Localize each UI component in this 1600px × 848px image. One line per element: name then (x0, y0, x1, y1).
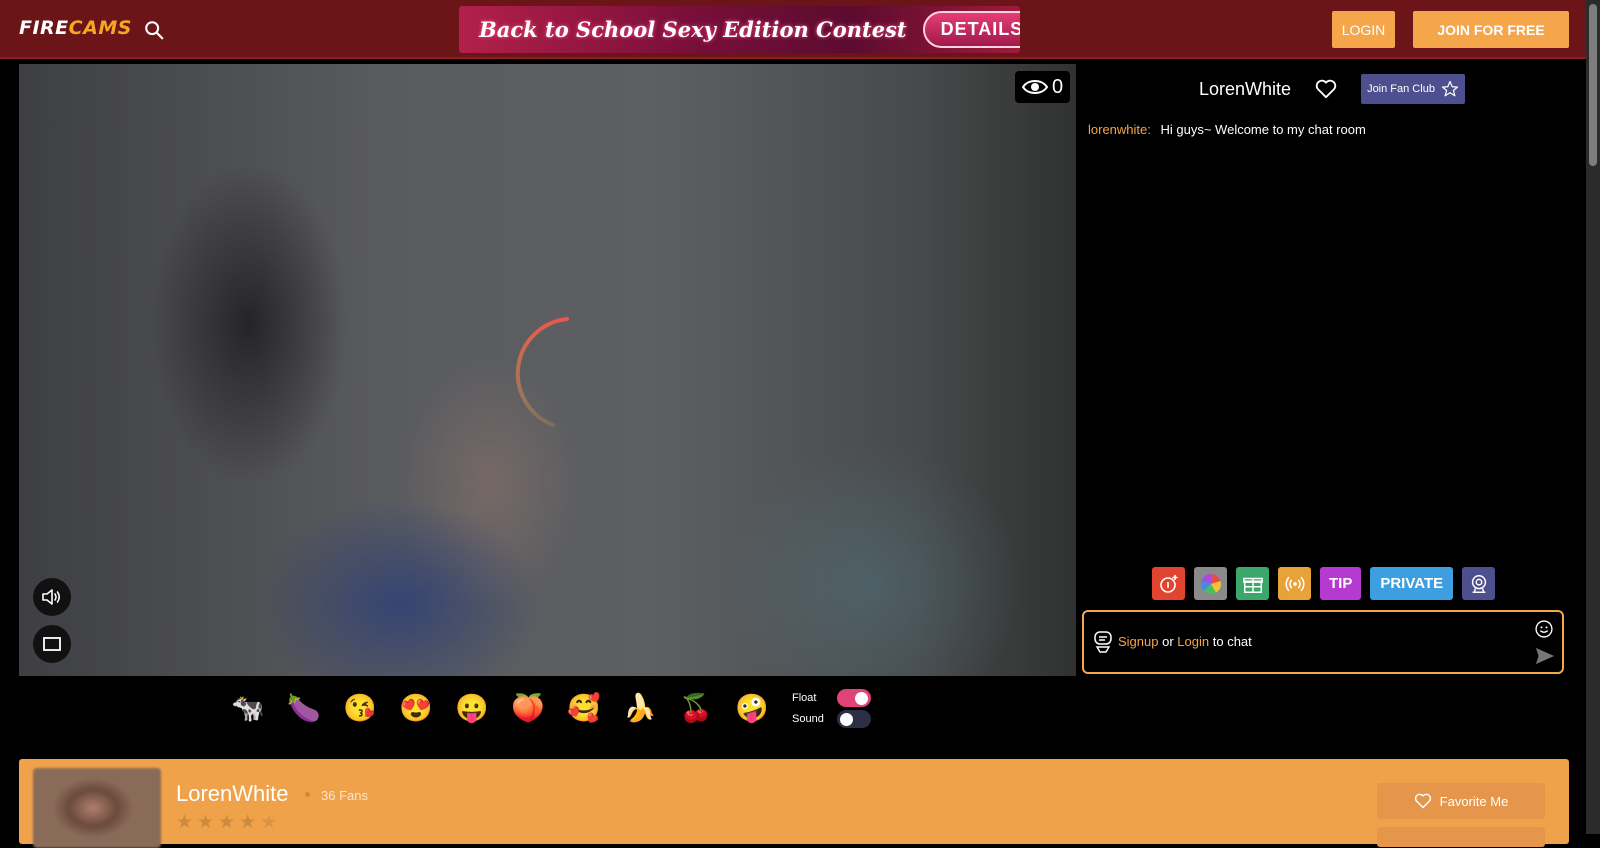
banner-title: Back to School Sexy Edition Contest (479, 17, 907, 42)
emoji-picker-icon[interactable] (1534, 619, 1554, 639)
rating-star[interactable]: ★ (239, 811, 256, 834)
emoji-bar: 🐄 🍆 😘 😍 😛 🍑 🥰 🍌 🍒 🤪 (230, 690, 770, 726)
firecams-logo[interactable]: FIRECAMS (19, 17, 132, 39)
chat-tools: TIP PRIVATE (1152, 567, 1496, 600)
favorite-me-button[interactable]: Favorite Me (1377, 783, 1545, 819)
emoji-kiss[interactable]: 😘 (342, 690, 378, 726)
fan-count: 36 Fans (321, 788, 368, 803)
fan-club-label: Join Fan Club (1367, 83, 1435, 95)
chat-header: LorenWhite Join Fan Club (1199, 74, 1465, 104)
logo-text-cams: CAMS (68, 17, 132, 39)
profile-name: LorenWhite (176, 781, 289, 806)
volume-button[interactable] (33, 578, 71, 616)
video-player[interactable]: 0 (19, 64, 1076, 676)
emoji-tongue[interactable]: 😛 (454, 690, 490, 726)
login-button[interactable]: LOGIN (1332, 11, 1395, 48)
heart-icon[interactable] (1315, 79, 1337, 99)
chat-message-user[interactable]: lorenwhite: (1088, 122, 1151, 137)
sound-label: Sound (792, 712, 824, 725)
sound-toggle[interactable] (837, 709, 871, 728)
emoji-banana[interactable]: 🍌 (622, 690, 658, 726)
login-link[interactable]: Login (1177, 634, 1209, 649)
emoji-hearts[interactable]: 🥰 (566, 690, 602, 726)
top-bar: FIRECAMS Back to School Sexy Edition Con… (0, 0, 1586, 59)
rating-star[interactable]: ★ (197, 811, 214, 834)
search-icon[interactable] (143, 19, 165, 41)
broadcast-button[interactable] (1278, 567, 1311, 600)
logo-text-fire: FIRE (19, 17, 69, 39)
toy-icon (1159, 574, 1177, 593)
chat-message: lorenwhite: Hi guys~ Welcome to my chat … (1088, 122, 1366, 137)
gift-icon (1242, 577, 1263, 593)
color-wheel-icon (1200, 573, 1221, 594)
tip-button[interactable]: TIP (1320, 567, 1362, 600)
or-text: or (1162, 634, 1174, 649)
broadcast-icon (1284, 576, 1305, 591)
heart-icon (1414, 793, 1431, 809)
webcam-icon (1471, 574, 1486, 593)
webcam-button[interactable] (1462, 567, 1496, 600)
viewer-count: 0 (1051, 75, 1064, 98)
star-icon (1441, 80, 1459, 97)
rating-star[interactable]: ★ (218, 811, 235, 834)
contest-banner[interactable]: Back to School Sexy Edition Contest DETA… (459, 6, 1020, 53)
separator-dot (305, 792, 310, 797)
player-toggles: Float Sound (792, 687, 871, 729)
color-wheel-button[interactable] (1194, 567, 1227, 600)
private-button[interactable]: PRIVATE (1370, 567, 1454, 600)
rating-star[interactable]: ★ (260, 811, 277, 834)
favorite-me-label: Favorite Me (1439, 793, 1509, 809)
chat-input[interactable]: Signup or Login to chat (1082, 610, 1564, 674)
scrollbar-thumb[interactable] (1589, 4, 1597, 166)
toy-button[interactable] (1152, 567, 1185, 600)
emoji-zany[interactable]: 🤪 (734, 690, 770, 726)
emoji-heart-eyes[interactable]: 😍 (398, 690, 434, 726)
rating-star[interactable]: ★ (176, 811, 193, 834)
chat-bubble-icon (1094, 631, 1112, 653)
float-toggle[interactable] (837, 688, 871, 707)
secondary-profile-button[interactable] (1377, 827, 1545, 847)
emoji-peach[interactable]: 🍑 (510, 690, 546, 726)
viewer-counter: 0 (1015, 71, 1070, 103)
fullscreen-button[interactable] (33, 625, 71, 663)
speaker-icon (42, 589, 61, 605)
chat-input-placeholder: Signup or Login to chat (1118, 634, 1252, 649)
chat-message-text: Hi guys~ Welcome to my chat room (1160, 122, 1366, 137)
banner-details-button[interactable]: DETAILS (922, 11, 1020, 48)
gift-button[interactable] (1236, 567, 1269, 600)
float-label: Float (792, 691, 817, 704)
model-name: LorenWhite (1199, 78, 1292, 99)
emoji-cherries[interactable]: 🍒 (678, 690, 714, 726)
chat-panel: LorenWhite Join Fan Club lorenwhite: Hi … (1076, 64, 1586, 676)
join-free-button[interactable]: JOIN FOR FREE (1413, 11, 1569, 48)
emoji-cow[interactable]: 🐄 (230, 690, 266, 726)
eye-icon (1021, 80, 1048, 94)
emoji-eggplant[interactable]: 🍆 (286, 690, 322, 726)
page-scrollbar[interactable] (1586, 0, 1600, 834)
profile-thumbnail[interactable] (33, 768, 161, 848)
loading-spinner (515, 317, 569, 427)
join-fan-club-button[interactable]: Join Fan Club (1361, 74, 1465, 104)
rating-stars[interactable]: ★ ★ ★ ★ ★ (176, 811, 277, 834)
signup-link[interactable]: Signup (1118, 634, 1158, 649)
send-icon[interactable] (1534, 646, 1556, 666)
screen-icon (43, 637, 61, 651)
profile-bar: LorenWhite 36 Fans ★ ★ ★ ★ ★ Favorite Me (19, 759, 1569, 848)
to-chat-text: to chat (1212, 634, 1252, 649)
